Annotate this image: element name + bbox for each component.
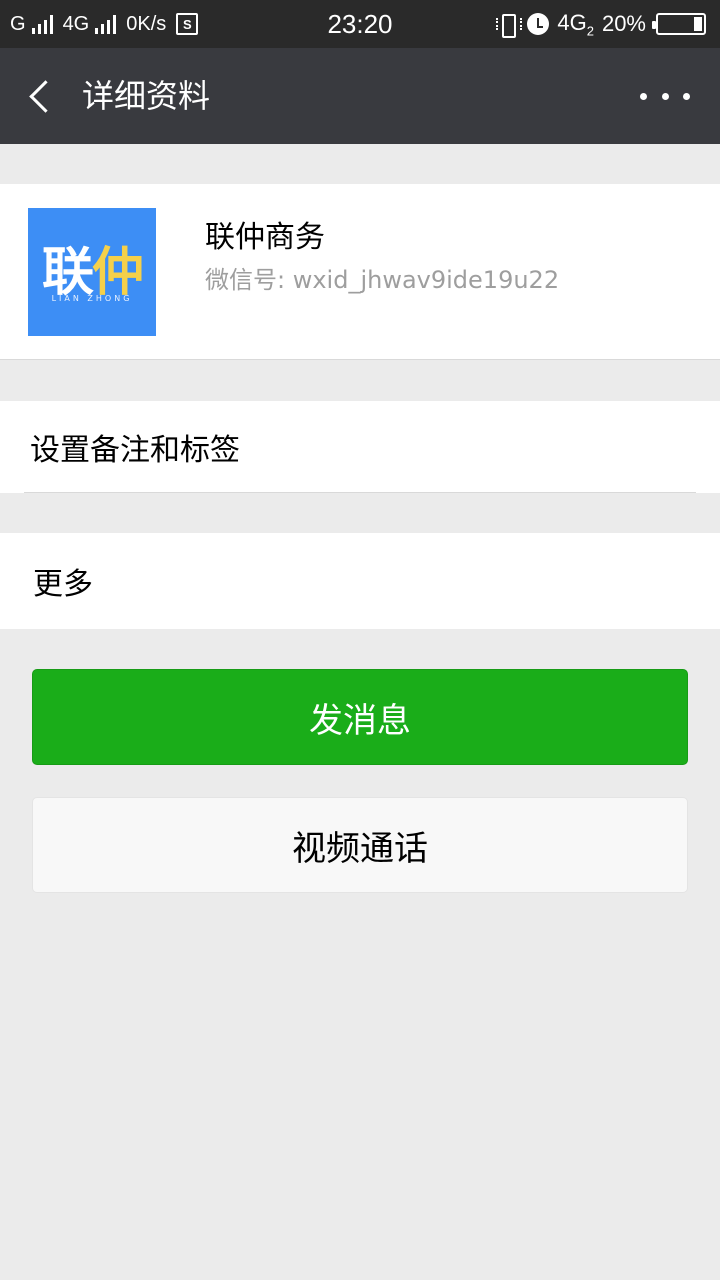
carrier-label-1: G — [10, 12, 26, 35]
more-cell[interactable]: 更多 — [0, 533, 720, 629]
status-time: 23:20 — [327, 8, 393, 39]
avatar[interactable]: 联仲 LIAN ZHONG — [28, 208, 156, 336]
battery-percent: 20% — [601, 11, 646, 36]
chevron-left-icon[interactable] — [20, 76, 60, 116]
signal-icon-2 — [95, 14, 117, 34]
set-remark-tags-cell[interactable]: 设置备注和标签 — [0, 401, 720, 493]
battery-fill — [694, 17, 702, 31]
more-label: 更多 — [33, 567, 93, 602]
title-bar: 详细资料 — [0, 48, 720, 144]
page-title: 详细资料 — [82, 77, 211, 115]
status-right: 4G2 20% — [495, 0, 706, 48]
wechat-id: 微信号: wxid_jhwav9ide19u22 — [205, 266, 560, 294]
signal-icon — [31, 14, 53, 34]
carrier-label-2: 4G — [62, 12, 90, 35]
network-type: 4G2 — [557, 10, 594, 38]
avatar-logo-subtext: LIAN ZHONG — [51, 294, 133, 303]
sd-card-icon: S — [176, 13, 199, 35]
send-message-button[interactable]: 发消息 — [32, 669, 688, 765]
battery-icon — [652, 13, 706, 35]
status-left: G 4G 0K/s S — [10, 0, 199, 48]
alarm-icon — [527, 13, 550, 35]
vibrate-icon — [495, 12, 523, 38]
video-call-button[interactable]: 视频通话 — [32, 797, 688, 893]
profile-name: 联仲商务 — [205, 220, 325, 255]
profile-card: 联仲 LIAN ZHONG 联仲商务 微信号: wxid_jhwav9ide19… — [0, 184, 720, 360]
network-speed: 0K/s — [126, 12, 167, 35]
set-remark-tags-label: 设置备注和标签 — [30, 433, 240, 468]
status-bar: G 4G 0K/s S 23:20 4G2 20% — [0, 0, 720, 48]
network-type-label: 4G — [557, 9, 587, 35]
network-type-sub: 2 — [586, 23, 594, 39]
more-horizontal-icon[interactable] — [640, 80, 690, 112]
